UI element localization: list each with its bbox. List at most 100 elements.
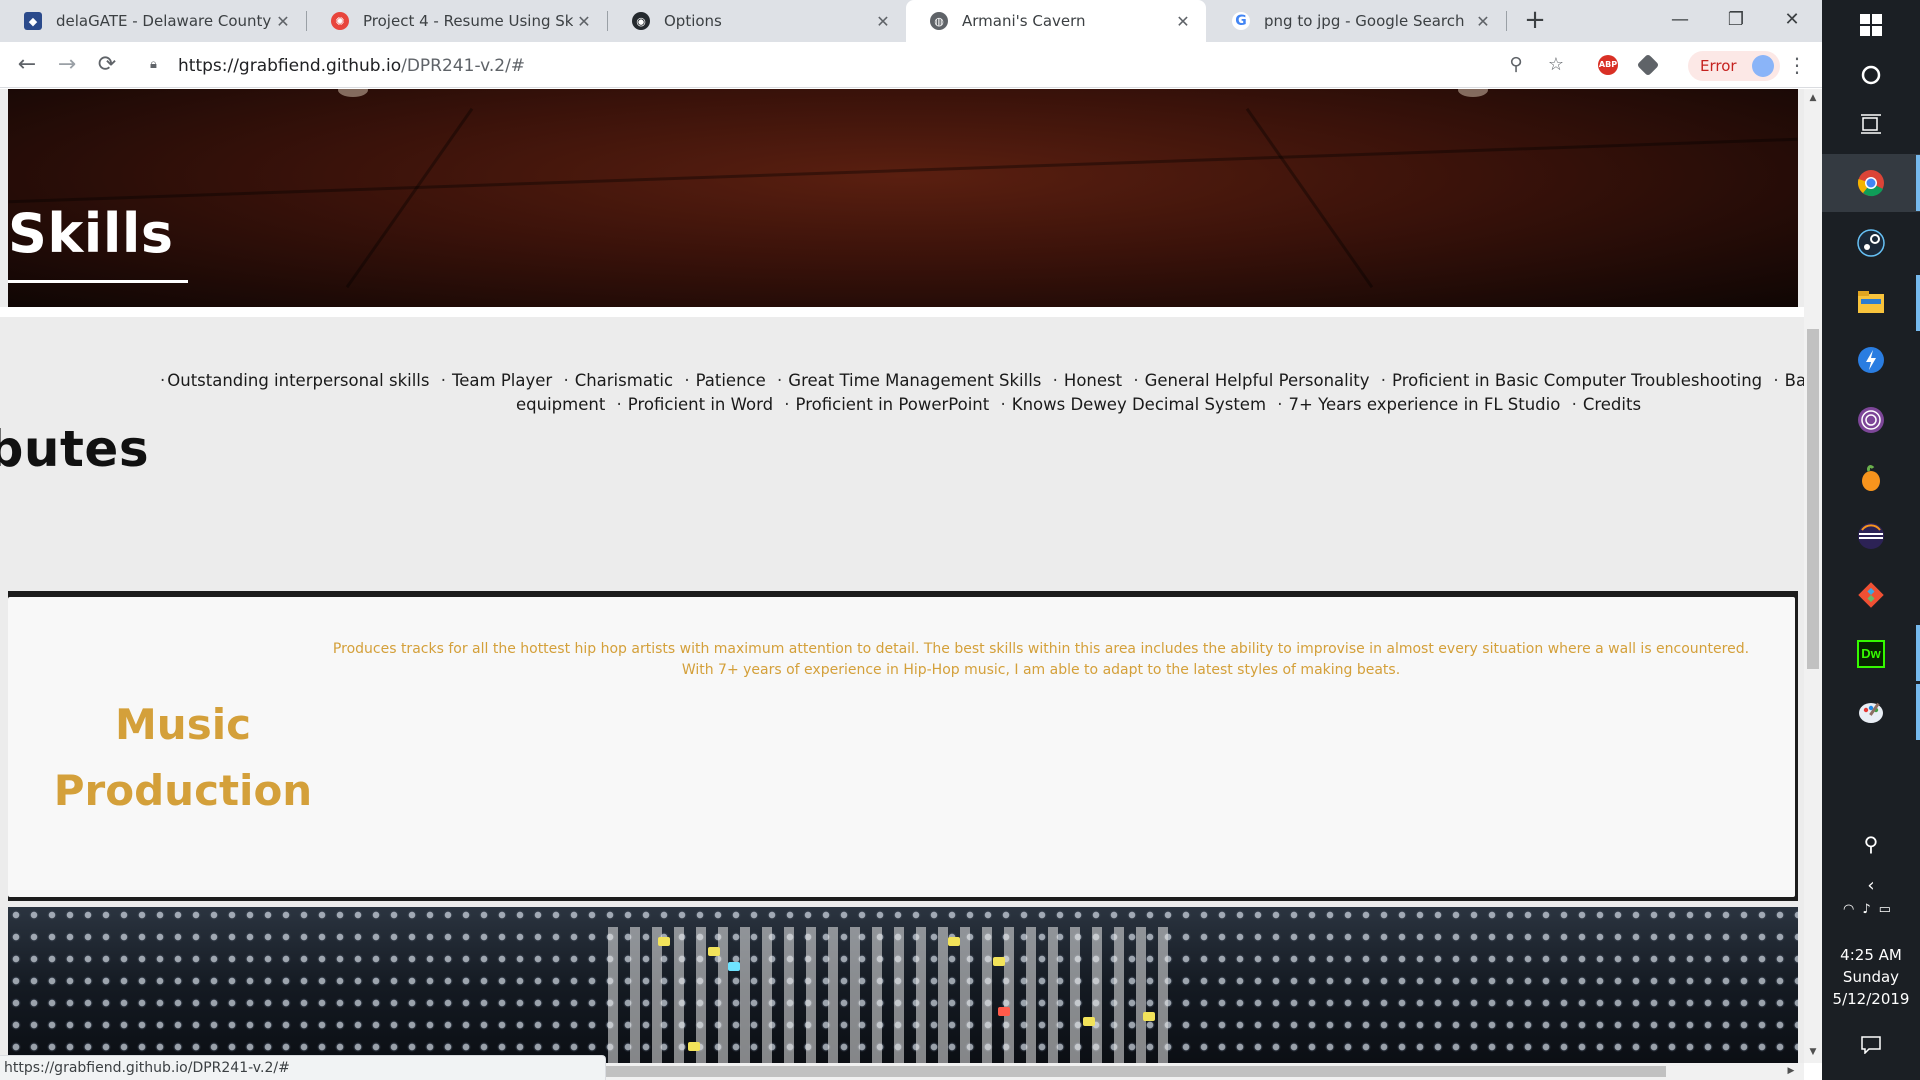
tab-close-icon[interactable]: ✕ (1472, 12, 1494, 31)
skills-underline (8, 280, 188, 283)
fl-studio-icon[interactable] (1851, 458, 1891, 498)
console-led (728, 962, 740, 971)
adblock-plus-icon[interactable]: ABP (1598, 55, 1618, 75)
skill-separator: · (1773, 371, 1779, 390)
url-text: https://grabfiend.github.io/DPR241-v.2/# (178, 56, 525, 76)
volume-icon[interactable]: ♪ (1862, 902, 1878, 917)
system-tray: ◠♪▭ (1822, 902, 1920, 917)
github-favicon-icon: ◉ (632, 12, 650, 30)
show-hidden-icons-chevron-icon[interactable]: ‹ (1851, 865, 1891, 905)
skill-item: Charismatic (574, 371, 674, 390)
new-tab-button[interactable]: + (1520, 6, 1550, 36)
skill-separator: · (1000, 395, 1006, 414)
skill-item: Great Time Management Skills (788, 371, 1042, 390)
cortana-icon[interactable] (1851, 55, 1891, 95)
skill-item: Proficient in Word (627, 395, 774, 414)
back-button[interactable]: ← (10, 48, 44, 82)
minimize-button[interactable]: — (1652, 0, 1708, 42)
close-window-button[interactable]: ✕ (1764, 0, 1820, 42)
windows-start-icon[interactable] (1851, 5, 1891, 45)
skill-item: Outstanding interpersonal skills (167, 371, 430, 390)
lightning-app-icon[interactable] (1851, 340, 1891, 380)
music-production-description: Produces tracks for all the hottest hip … (332, 641, 1750, 678)
tab-title: Project 4 - Resume Using Skeleto (363, 12, 573, 30)
browser-toolbar: ← → ⟳ 🔒︎ https://grabfiend.github.io/DPR… (0, 42, 1822, 88)
tab-google-search[interactable]: G png to jpg - Google Search ✕ (1208, 0, 1506, 42)
file-explorer-icon[interactable] (1851, 282, 1891, 322)
console-led (948, 937, 960, 946)
tab-close-icon[interactable]: ✕ (573, 12, 595, 31)
eclipse-icon[interactable] (1851, 516, 1891, 556)
tab-close-icon[interactable]: ✕ (872, 12, 894, 31)
skeleton-favicon-icon: ✺ (331, 12, 349, 30)
skill-separator: · (440, 371, 446, 390)
console-led (688, 1042, 700, 1051)
restore-button[interactable]: ❐ (1708, 0, 1764, 42)
tab-close-icon[interactable]: ✕ (1172, 12, 1194, 31)
bookmark-star-icon[interactable]: ☆ (1540, 48, 1572, 82)
tor-browser-icon[interactable] (1851, 400, 1891, 440)
windows-taskbar: Dw ⚲ ‹ ◠♪▭ 4:25 AM Sunday 5/12/2019 (1822, 0, 1920, 1080)
skill-separator: · (1052, 371, 1058, 390)
music-production-title: Music Production (38, 692, 328, 824)
extension-icon[interactable] (1636, 53, 1660, 77)
skill-item: Proficient in PowerPoint (795, 395, 990, 414)
skills-line-2: equipment · Proficient in Word · Proficien… (516, 393, 1641, 418)
scroll-down-arrow-icon[interactable]: ▼ (1804, 1045, 1822, 1059)
scrollbar-thumb[interactable] (1807, 329, 1819, 669)
skill-item: Credits (1582, 395, 1642, 414)
ceiling-lamp (1458, 89, 1488, 97)
tab-title: png to jpg - Google Search (1264, 12, 1465, 30)
skill-separator: · (784, 395, 790, 414)
address-bar[interactable]: 🔒︎ https://grabfiend.github.io/DPR241-v.… (140, 48, 1540, 82)
music-production-card: Music Production Produces tracks for all… (8, 597, 1795, 897)
tab-separator (1506, 11, 1507, 31)
menu-kebab-icon[interactable]: ⋮ (1782, 48, 1812, 82)
console-led (1143, 1012, 1155, 1021)
action-center-icon[interactable] (1851, 1025, 1891, 1065)
tab-options[interactable]: ◉ Options ✕ (608, 0, 906, 42)
globe-favicon-icon: ◍ (930, 12, 948, 30)
skill-separator: · (1380, 371, 1387, 390)
task-view-icon[interactable] (1851, 104, 1891, 144)
dreamweaver-icon[interactable]: Dw (1851, 634, 1891, 674)
console-led (658, 937, 670, 946)
url-host: https://grabfiend.github.io (178, 56, 402, 76)
dreamweaver-label: Dw (1857, 640, 1885, 668)
tab-project4[interactable]: ✺ Project 4 - Resume Using Skeleto ✕ (307, 0, 607, 42)
scroll-right-arrow-icon[interactable]: ▶ (1784, 1063, 1798, 1080)
tab-title: delaGATE - Delaware County Cor (56, 12, 272, 30)
zoom-icon[interactable]: ⚲ (1500, 48, 1532, 82)
chrome-icon[interactable] (1851, 163, 1891, 203)
git-icon[interactable] (1851, 575, 1891, 615)
wifi-icon[interactable]: ◠ (1843, 902, 1862, 917)
url-path: /DPR241-v.2/# (401, 56, 526, 76)
music-title-line-2: Production (53, 766, 313, 815)
skill-item: Basic Proficiency in A (1784, 371, 1804, 390)
mixing-console-image (8, 907, 1798, 1063)
people-icon[interactable]: ⚲ (1851, 824, 1891, 864)
avatar (1752, 55, 1774, 77)
paint-icon[interactable] (1851, 692, 1891, 732)
skill-separator: · (1571, 395, 1577, 414)
profile-error-button[interactable]: Error (1688, 51, 1780, 81)
tab-close-icon[interactable]: ✕ (272, 12, 294, 31)
tab-delagate[interactable]: ◆ delaGATE - Delaware County Cor ✕ (0, 0, 306, 42)
steam-icon[interactable] (1851, 223, 1891, 263)
delagate-favicon-icon: ◆ (24, 12, 42, 30)
link-status-bubble: https://grabfiend.github.io/DPR241-v.2/# (0, 1055, 606, 1080)
skills-line-1: · Outstanding interpersonal skills · Team … (160, 369, 1804, 394)
battery-icon[interactable]: ▭ (1879, 902, 1899, 917)
reload-button[interactable]: ⟳ (90, 48, 124, 82)
clock-day: Sunday (1842, 968, 1900, 986)
section-divider (0, 307, 1804, 317)
page-viewport: Skills · Outstanding interpersonal skills… (0, 89, 1804, 1063)
skill-separator: · (684, 371, 690, 390)
scroll-up-arrow-icon[interactable]: ▲ (1804, 91, 1822, 105)
forward-button[interactable]: → (50, 48, 84, 82)
page-vertical-scrollbar[interactable]: ▲ ▼ (1804, 89, 1822, 1063)
tab-armanis-cavern[interactable]: ◍ Armani's Cavern ✕ (906, 0, 1206, 42)
clock[interactable]: 4:25 AM Sunday 5/12/2019 (1822, 944, 1920, 1010)
google-favicon-icon: G (1232, 12, 1250, 30)
tab-strip: ◆ delaGATE - Delaware County Cor ✕ ✺ Pro… (0, 0, 1822, 42)
